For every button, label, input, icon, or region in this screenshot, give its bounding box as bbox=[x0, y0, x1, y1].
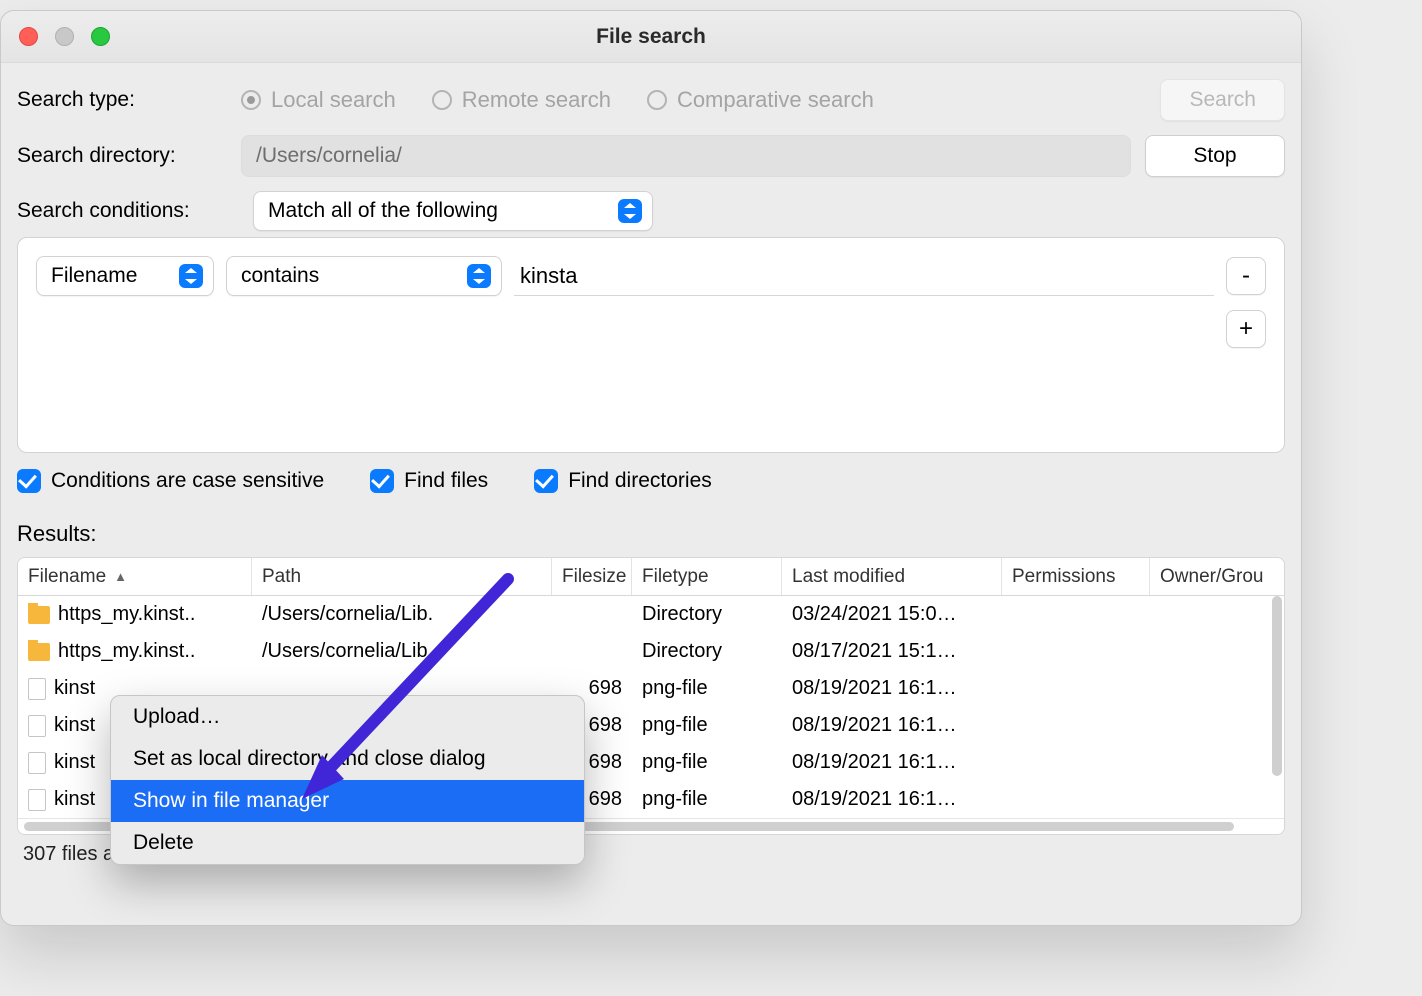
conditions-panel: Filename contains - + bbox=[17, 237, 1285, 453]
cell-type: Directory bbox=[632, 603, 782, 626]
match-mode-select[interactable]: Match all of the following bbox=[253, 191, 653, 231]
th-label: Last modified bbox=[792, 566, 905, 588]
radio-comparative[interactable]: Comparative search bbox=[647, 87, 874, 113]
results-label: Results: bbox=[17, 521, 1285, 547]
case-sensitive-checkbox[interactable]: Conditions are case sensitive bbox=[17, 469, 324, 493]
context-menu: Upload… Set as local directory and close… bbox=[110, 695, 585, 865]
cond-field-value: Filename bbox=[51, 264, 137, 288]
stop-button[interactable]: Stop bbox=[1145, 135, 1285, 177]
cell-type: png-file bbox=[632, 788, 782, 811]
file-search-window: File search Search type: Local search Re… bbox=[0, 10, 1302, 926]
cell-filename: https_my.kinst.. bbox=[18, 640, 252, 663]
search-button[interactable]: Search bbox=[1160, 79, 1285, 121]
add-condition-button[interactable]: + bbox=[1226, 310, 1266, 348]
radio-icon bbox=[647, 90, 667, 110]
file-icon bbox=[28, 752, 46, 774]
dir-value: /Users/cornelia/ bbox=[256, 144, 402, 168]
find-files-checkbox[interactable]: Find files bbox=[370, 469, 488, 493]
radio-icon bbox=[432, 90, 452, 110]
col-owner[interactable]: Owner/Grou bbox=[1150, 558, 1284, 595]
condition-row: Filename contains - bbox=[36, 256, 1266, 296]
radio-label: Comparative search bbox=[677, 87, 874, 113]
search-conditions-label: Search conditions: bbox=[17, 199, 239, 223]
search-conditions-row: Search conditions: Match all of the foll… bbox=[17, 191, 1285, 231]
radio-label: Local search bbox=[271, 87, 396, 113]
cell-type: png-file bbox=[632, 677, 782, 700]
search-type-row: Search type: Local search Remote search … bbox=[17, 79, 1285, 121]
cell-type: Directory bbox=[632, 640, 782, 663]
chk-label: Find directories bbox=[568, 469, 712, 493]
chevron-updown-icon bbox=[179, 264, 203, 288]
search-type-label: Search type: bbox=[17, 88, 227, 112]
col-filesize[interactable]: Filesize bbox=[552, 558, 632, 595]
folder-icon bbox=[28, 606, 50, 624]
condition-value-input[interactable] bbox=[514, 256, 1214, 296]
table-row[interactable]: https_my.kinst../Users/cornelia/Lib. Dire… bbox=[18, 633, 1284, 670]
chk-label: Find files bbox=[404, 469, 488, 493]
cell-type: png-file bbox=[632, 751, 782, 774]
th-label: Filetype bbox=[642, 566, 709, 588]
cell-path: /Users/cornelia/Lib. bbox=[252, 640, 552, 663]
col-filetype[interactable]: Filetype bbox=[632, 558, 782, 595]
radio-remote[interactable]: Remote search bbox=[432, 87, 611, 113]
col-permissions[interactable]: Permissions bbox=[1002, 558, 1150, 595]
col-filename[interactable]: Filename ▲ bbox=[18, 558, 252, 595]
ctx-set-local[interactable]: Set as local directory and close dialog bbox=[111, 738, 584, 780]
table-header: Filename ▲ Path Filesize Filetype Last mo… bbox=[18, 558, 1284, 596]
cell-modified: 08/17/2021 15:1… bbox=[782, 640, 1002, 663]
col-path[interactable]: Path bbox=[252, 558, 552, 595]
check-icon bbox=[370, 469, 394, 493]
search-directory-label: Search directory: bbox=[17, 144, 227, 168]
cell-filename: https_my.kinst.. bbox=[18, 603, 252, 626]
th-label: Permissions bbox=[1012, 566, 1115, 588]
radio-label: Remote search bbox=[462, 87, 611, 113]
folder-icon bbox=[28, 643, 50, 661]
window-title: File search bbox=[1, 25, 1301, 49]
table-row[interactable]: https_my.kinst../Users/cornelia/Lib. Dire… bbox=[18, 596, 1284, 633]
chk-label: Conditions are case sensitive bbox=[51, 469, 324, 493]
radio-local[interactable]: Local search bbox=[241, 87, 396, 113]
vertical-scrollbar[interactable] bbox=[1272, 596, 1282, 776]
cond-op-value: contains bbox=[241, 264, 319, 288]
search-type-radios: Local search Remote search Comparative s… bbox=[241, 87, 874, 113]
condition-field-select[interactable]: Filename bbox=[36, 256, 214, 296]
th-label: Filesize bbox=[562, 566, 626, 588]
cell-modified: 08/19/2021 16:1… bbox=[782, 677, 1002, 700]
cell-type: png-file bbox=[632, 714, 782, 737]
file-icon bbox=[28, 789, 46, 811]
checkbox-row: Conditions are case sensitive Find files… bbox=[17, 469, 1285, 493]
find-directories-checkbox[interactable]: Find directories bbox=[534, 469, 712, 493]
titlebar: File search bbox=[1, 11, 1301, 63]
cell-path: /Users/cornelia/Lib. bbox=[252, 603, 552, 626]
ctx-show-in-file-manager[interactable]: Show in file manager bbox=[111, 780, 584, 822]
cell-modified: 03/24/2021 15:0… bbox=[782, 603, 1002, 626]
th-label: Filename bbox=[28, 566, 106, 588]
condition-op-select[interactable]: contains bbox=[226, 256, 502, 296]
file-icon bbox=[28, 715, 46, 737]
th-label: Owner/Grou bbox=[1160, 566, 1263, 588]
th-label: Path bbox=[262, 566, 301, 588]
search-directory-input[interactable]: /Users/cornelia/ bbox=[241, 135, 1131, 177]
chevron-updown-icon bbox=[618, 199, 642, 223]
radio-icon bbox=[241, 90, 261, 110]
cell-modified: 08/19/2021 16:1… bbox=[782, 751, 1002, 774]
cell-modified: 08/19/2021 16:1… bbox=[782, 788, 1002, 811]
ctx-delete[interactable]: Delete bbox=[111, 822, 584, 864]
chevron-updown-icon bbox=[467, 264, 491, 288]
ctx-upload[interactable]: Upload… bbox=[111, 696, 584, 738]
col-modified[interactable]: Last modified bbox=[782, 558, 1002, 595]
search-directory-row: Search directory: /Users/cornelia/ Stop bbox=[17, 135, 1285, 177]
match-mode-value: Match all of the following bbox=[268, 199, 498, 223]
sort-asc-icon: ▲ bbox=[114, 569, 127, 584]
check-icon bbox=[534, 469, 558, 493]
remove-condition-button[interactable]: - bbox=[1226, 257, 1266, 295]
cell-modified: 08/19/2021 16:1… bbox=[782, 714, 1002, 737]
file-icon bbox=[28, 678, 46, 700]
check-icon bbox=[17, 469, 41, 493]
